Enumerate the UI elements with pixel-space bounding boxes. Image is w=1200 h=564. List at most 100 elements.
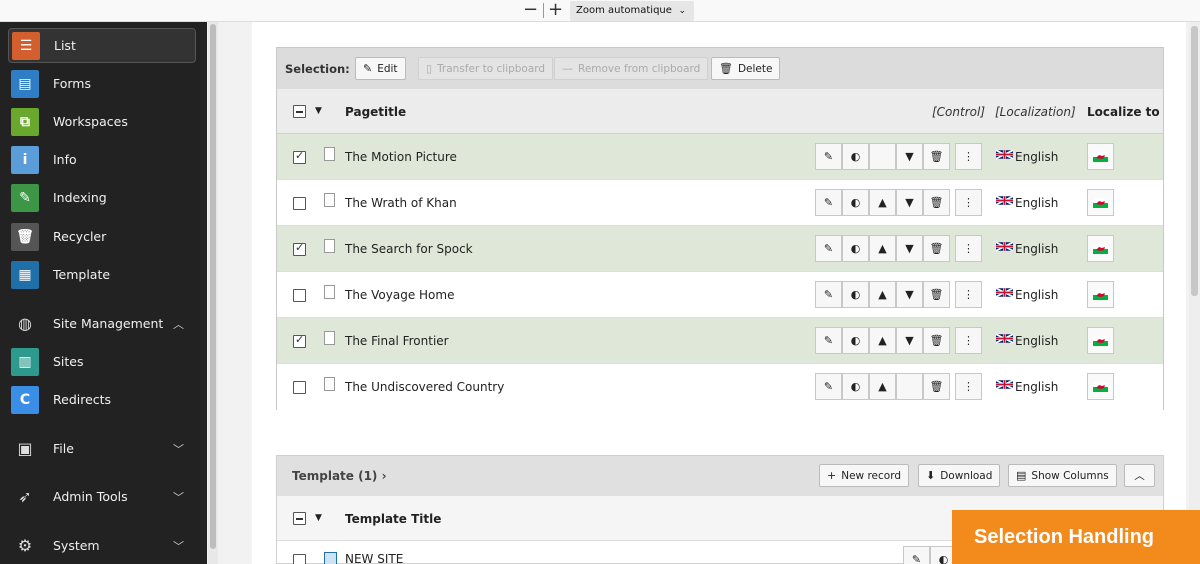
page-icon: [324, 331, 335, 345]
table-row[interactable]: The Search for Spock ✎ ◐ ▲ ▼ 🗑 ⋮ English: [277, 226, 1163, 272]
row-checkbox[interactable]: [293, 197, 306, 210]
sidebar-group-admin-tools[interactable]: ➶ Admin Tools ﹀: [8, 479, 196, 514]
edit-icon[interactable]: ✎: [815, 143, 842, 170]
sidebar-group-system[interactable]: ⚙ System ﹀: [8, 528, 196, 563]
row-title[interactable]: The Final Frontier: [345, 334, 449, 348]
localize-welsh-button[interactable]: [1087, 281, 1114, 308]
toggle-icon[interactable]: ◐: [842, 235, 869, 262]
scrollbar-thumb[interactable]: [210, 24, 216, 549]
download-button[interactable]: ⬇ Download: [918, 464, 1001, 487]
edit-icon[interactable]: ✎: [815, 189, 842, 216]
trash-icon[interactable]: 🗑: [923, 281, 950, 308]
move-up-icon[interactable]: ▲: [869, 235, 896, 262]
more-icon[interactable]: ⋮: [955, 281, 982, 308]
more-icon[interactable]: ⋮: [955, 235, 982, 262]
move-up-icon[interactable]: ▲: [869, 373, 896, 400]
transfer-to-clipboard-button[interactable]: ▯ Transfer to clipboard: [418, 57, 554, 80]
localize-welsh-button[interactable]: [1087, 189, 1114, 216]
toggle-icon[interactable]: ◐: [842, 327, 869, 354]
trash-icon[interactable]: 🗑: [923, 327, 950, 354]
sidebar-item-recycler[interactable]: 🗑 Recycler: [8, 219, 196, 254]
sidebar-item-forms[interactable]: ▤ Forms: [8, 66, 196, 101]
remove-from-clipboard-button[interactable]: — Remove from clipboard: [554, 57, 709, 80]
row-title[interactable]: NEW SITE: [345, 552, 403, 564]
toggle-icon[interactable]: ◐: [842, 189, 869, 216]
edit-selection-button[interactable]: ✎ Edit: [355, 57, 406, 80]
more-icon[interactable]: ⋮: [955, 189, 982, 216]
caret-down-icon[interactable]: ▼: [315, 106, 322, 116]
localize-welsh-button[interactable]: [1087, 143, 1114, 170]
select-all-checkbox[interactable]: [293, 105, 306, 118]
move-down-icon[interactable]: ▼: [896, 281, 923, 308]
row-title[interactable]: The Wrath of Khan: [345, 196, 457, 210]
content-scrollbar[interactable]: [1189, 22, 1200, 564]
edit-icon[interactable]: ✎: [903, 546, 930, 564]
scrollbar-thumb[interactable]: [1191, 26, 1198, 296]
table-row[interactable]: The Motion Picture ✎ ◐ ▼ 🗑 ⋮ English: [277, 134, 1163, 180]
localize-welsh-button[interactable]: [1087, 235, 1114, 262]
row-title[interactable]: The Undiscovered Country: [345, 380, 504, 394]
row-checkbox[interactable]: [293, 241, 306, 256]
edit-icon[interactable]: ✎: [815, 327, 842, 354]
trash-icon[interactable]: 🗑: [923, 235, 950, 262]
row-title[interactable]: The Search for Spock: [345, 242, 473, 256]
zoom-select[interactable]: Zoom automatique ⌄: [570, 1, 694, 21]
trash-icon[interactable]: 🗑: [923, 189, 950, 216]
collapse-button[interactable]: ︿: [1124, 464, 1155, 487]
sidebar-item-list[interactable]: ☰ List: [8, 28, 196, 63]
sidebar-item-redirects[interactable]: C Redirects: [8, 382, 196, 417]
new-record-button[interactable]: + New record: [819, 464, 909, 487]
trash-icon[interactable]: 🗑: [923, 143, 950, 170]
edit-icon[interactable]: ✎: [815, 373, 842, 400]
move-down-icon[interactable]: ▼: [896, 143, 923, 170]
more-icon[interactable]: ⋮: [955, 143, 982, 170]
row-checkbox[interactable]: [293, 333, 306, 348]
row-title[interactable]: The Motion Picture: [345, 150, 457, 164]
sidebar-item-info[interactable]: i Info: [8, 142, 196, 177]
sidebar-item-workspaces[interactable]: ⧉ Workspaces: [8, 104, 196, 139]
localize-welsh-button[interactable]: [1087, 373, 1114, 400]
columns-icon: ▤: [1016, 469, 1027, 482]
column-template-title[interactable]: Template Title: [345, 512, 441, 526]
table-row[interactable]: The Voyage Home ✎ ◐ ▲ ▼ 🗑 ⋮ English: [277, 272, 1163, 318]
language-label: English: [1015, 242, 1059, 256]
move-down-icon[interactable]: ▼: [896, 189, 923, 216]
row-checkbox[interactable]: [293, 381, 306, 394]
template-panel-title[interactable]: Template (1) ›: [292, 469, 387, 483]
select-all-checkbox[interactable]: [293, 512, 306, 525]
sidebar-group-file[interactable]: ▣ File ﹀: [8, 431, 196, 466]
delete-selection-button[interactable]: 🗑 Delete: [711, 57, 781, 80]
toggle-icon[interactable]: ◐: [842, 281, 869, 308]
row-checkbox[interactable]: [293, 149, 306, 164]
table-row[interactable]: The Final Frontier ✎ ◐ ▲ ▼ 🗑 ⋮ English: [277, 318, 1163, 364]
column-pagetitle[interactable]: Pagetitle: [345, 105, 406, 119]
table-row[interactable]: The Undiscovered Country ✎ ◐ ▲ 🗑 ⋮ Engli…: [277, 364, 1163, 410]
trash-icon[interactable]: 🗑: [923, 373, 950, 400]
move-up-icon[interactable]: ▲: [869, 327, 896, 354]
move-down-icon[interactable]: ▼: [896, 327, 923, 354]
edit-icon[interactable]: ✎: [815, 281, 842, 308]
toggle-icon[interactable]: ◐: [842, 143, 869, 170]
more-icon[interactable]: ⋮: [955, 373, 982, 400]
row-checkbox[interactable]: [293, 289, 306, 302]
more-icon[interactable]: ⋮: [955, 327, 982, 354]
sidebar-item-indexing[interactable]: ✎ Indexing: [8, 180, 196, 215]
move-up-icon[interactable]: ▲: [869, 189, 896, 216]
move-up-icon[interactable]: ▲: [869, 281, 896, 308]
localize-welsh-button[interactable]: [1087, 327, 1114, 354]
zoom-in-button[interactable]: +: [548, 1, 563, 19]
sidebar-item-template[interactable]: ▦ Template: [8, 257, 196, 292]
caret-down-icon[interactable]: ▼: [315, 513, 322, 523]
row-checkbox[interactable]: [293, 554, 306, 564]
table-row[interactable]: The Wrath of Khan ✎ ◐ ▲ ▼ 🗑 ⋮ English: [277, 180, 1163, 226]
sidebar-group-site-management[interactable]: ◍ Site Management ︿: [8, 306, 196, 341]
language-label: English: [1015, 380, 1059, 394]
move-down-icon[interactable]: ▼: [896, 235, 923, 262]
row-title[interactable]: The Voyage Home: [345, 288, 454, 302]
zoom-out-button[interactable]: −: [523, 1, 538, 19]
show-columns-button[interactable]: ▤ Show Columns: [1008, 464, 1117, 487]
toggle-icon[interactable]: ◐: [842, 373, 869, 400]
sidebar-item-sites[interactable]: ▥ Sites: [8, 344, 196, 379]
edit-icon[interactable]: ✎: [815, 235, 842, 262]
sidebar-scrollbar[interactable]: [208, 22, 218, 564]
